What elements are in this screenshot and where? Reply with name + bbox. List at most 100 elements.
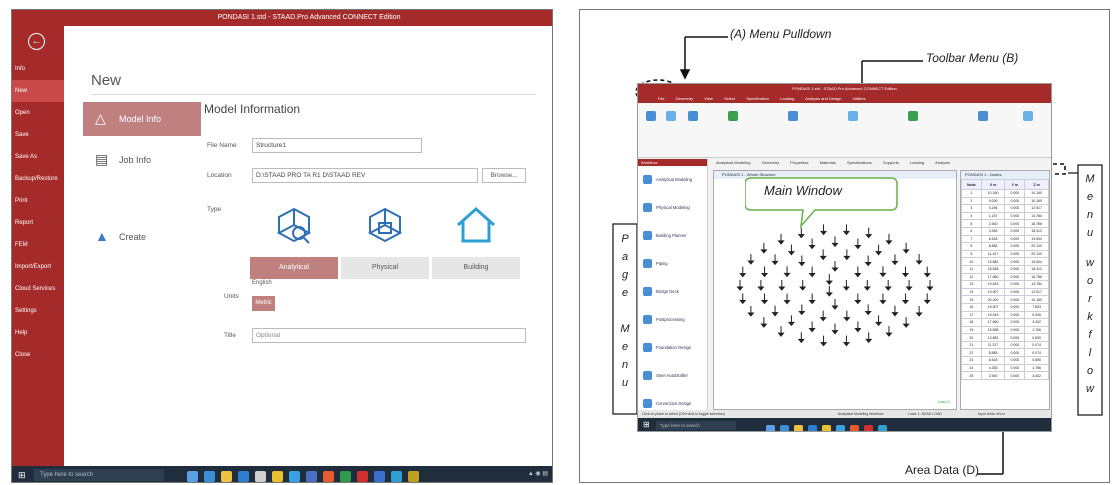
toolbar-icon[interactable]: [908, 111, 918, 121]
type-physical[interactable]: Physical: [341, 203, 429, 279]
table-row[interactable]: 24 4.353 0.000 1.766: [961, 363, 1049, 373]
toolbar-icon[interactable]: [666, 111, 676, 121]
table-row[interactable]: 22 8.883 0.000 0.074: [961, 348, 1049, 358]
workflow-tab[interactable]: Analytical Modeling: [716, 160, 750, 165]
app-icon[interactable]: [878, 425, 887, 431]
workflow-tab[interactable]: Specifications: [847, 160, 872, 165]
page-item-building[interactable]: Building Planner: [638, 222, 707, 250]
job-info-button[interactable]: ▤ Job Info: [83, 143, 201, 177]
workflow-tab[interactable]: Loading: [910, 160, 924, 165]
browse-button[interactable]: Browse...: [482, 168, 526, 183]
table-row[interactable]: 10 13.682 0.000 19.544: [961, 257, 1049, 266]
nav-item-print[interactable]: Print: [12, 190, 64, 212]
app-icon[interactable]: [850, 425, 859, 431]
type-analytical[interactable]: Analytical: [250, 203, 338, 279]
units-metric-option[interactable]: Metric: [252, 296, 275, 311]
tab-view[interactable]: View: [704, 96, 713, 101]
file-name-input[interactable]: Structure1: [252, 138, 422, 153]
app-icon[interactable]: [340, 471, 351, 482]
app-icon[interactable]: [204, 471, 215, 482]
app-icon[interactable]: [391, 471, 402, 482]
nav-item-report[interactable]: Report: [12, 212, 64, 234]
table-row[interactable]: 2 0.000 0.000 10.160: [961, 196, 1049, 206]
page-item-physical[interactable]: Physical Modeling: [638, 194, 707, 222]
taskbar-search[interactable]: Type here to search: [656, 421, 736, 430]
tab-geometry[interactable]: Geometry: [676, 96, 694, 101]
toolbar-icon[interactable]: [1023, 111, 1033, 121]
toolbar-icon[interactable]: [728, 111, 738, 121]
table-row[interactable]: 5 2.540 0.000 16.786: [961, 219, 1049, 228]
app-icon[interactable]: [272, 471, 283, 482]
workflow-tab[interactable]: Analysis: [935, 160, 950, 165]
toolbar-icon[interactable]: [848, 111, 858, 121]
app-icon[interactable]: [794, 425, 803, 431]
app-icon[interactable]: [187, 471, 198, 482]
nav-item-import-export[interactable]: Import/Export: [12, 256, 64, 278]
table-row[interactable]: 18 17.660 0.000 3.402: [961, 318, 1049, 327]
nav-item-open[interactable]: Open: [12, 102, 64, 124]
page-item-analytical[interactable]: Analytical Modeling: [638, 166, 707, 194]
toolbar-icon[interactable]: [788, 111, 798, 121]
app-icon[interactable]: [306, 471, 317, 482]
units-english-option[interactable]: English: [252, 280, 272, 286]
table-row[interactable]: 19 15.838 0.000 1.766: [961, 325, 1049, 335]
nav-item-save[interactable]: Save: [12, 124, 64, 146]
workflow-tab[interactable]: Materials: [820, 160, 836, 165]
type-building[interactable]: Building: [432, 203, 520, 279]
tab-select[interactable]: Select: [724, 96, 735, 101]
app-icon[interactable]: [780, 425, 789, 431]
table-row[interactable]: 1 10.160 0.000 10.160: [961, 189, 1049, 198]
page-item-steel[interactable]: Steel AutoDrafter: [638, 362, 707, 390]
app-icon[interactable]: [864, 425, 873, 431]
tab-loading[interactable]: Loading: [780, 96, 794, 101]
nav-item-cloud[interactable]: Cloud Services: [12, 278, 64, 300]
windows-start-icon[interactable]: ⊞: [18, 470, 26, 481]
table-row[interactable]: 20 13.682 0.000 0.650: [961, 333, 1049, 342]
nav-item-settings[interactable]: Settings: [12, 300, 64, 322]
table-row[interactable]: 6 4.353 0.000 18.412: [961, 226, 1049, 236]
nav-item-info[interactable]: Info: [12, 58, 64, 80]
table-row[interactable]: 25 2.540 0.000 3.402: [961, 371, 1049, 380]
app-icon[interactable]: [221, 471, 232, 482]
table-row[interactable]: 8 8.883 0.000 20.120: [961, 242, 1049, 251]
system-tray-icon[interactable]: ▲ ◉ ▤: [528, 470, 548, 477]
app-icon[interactable]: [766, 425, 775, 431]
table-row[interactable]: 7 6.518 0.000 19.544: [961, 234, 1049, 244]
table-row[interactable]: 23 6.518 0.000 0.650: [961, 356, 1049, 365]
page-item-foundation[interactable]: Foundation Design: [638, 334, 707, 362]
tab-specification[interactable]: Specification: [746, 96, 769, 101]
app-icon[interactable]: [289, 471, 300, 482]
table-row[interactable]: 3 0.294 0.000 12.517: [961, 204, 1049, 213]
app-icon[interactable]: [357, 471, 368, 482]
toolbar-icon[interactable]: [646, 111, 656, 121]
tab-analysis[interactable]: Analysis and Design: [805, 96, 841, 101]
create-button[interactable]: ▲ Create: [83, 220, 201, 254]
toolbar-icon[interactable]: [688, 111, 698, 121]
nav-item-close[interactable]: Close: [12, 344, 64, 366]
taskbar-search[interactable]: Type here to search: [34, 469, 164, 481]
app-icon[interactable]: [238, 471, 249, 482]
app-icon[interactable]: [323, 471, 334, 482]
table-row[interactable]: 13 19.043 0.000 14.784: [961, 280, 1049, 289]
app-icon[interactable]: [408, 471, 419, 482]
tab-file[interactable]: File: [658, 96, 664, 101]
table-row[interactable]: 16 19.907 0.000 7.803: [961, 302, 1049, 312]
app-icon[interactable]: [808, 425, 817, 431]
table-row[interactable]: 12 17.660 0.000 16.786: [961, 272, 1049, 282]
title-input[interactable]: Optional: [252, 328, 526, 343]
nav-item-fem[interactable]: FEM: [12, 234, 64, 256]
toolbar-icon[interactable]: [978, 111, 988, 121]
page-item-postprocessing[interactable]: Postprocessing: [638, 306, 707, 334]
tab-utilities[interactable]: Utilities: [853, 96, 866, 101]
workflow-tab[interactable]: Supports: [883, 160, 899, 165]
table-row[interactable]: 14 19.907 0.000 12.517: [961, 287, 1049, 297]
model-info-button[interactable]: △ Model Info: [83, 102, 201, 136]
table-row[interactable]: 17 19.043 0.000 5.406: [961, 310, 1049, 320]
workflow-tab[interactable]: Properties: [790, 160, 808, 165]
nav-item-help[interactable]: Help: [12, 322, 64, 344]
app-icon[interactable]: [255, 471, 266, 482]
table-row[interactable]: 15 20.200 0.000 10.160: [961, 295, 1049, 304]
app-icon[interactable]: [822, 425, 831, 431]
nav-item-backup[interactable]: Backup/Restore: [12, 168, 64, 190]
table-row[interactable]: 9 11.317 0.000 20.120: [961, 249, 1049, 259]
